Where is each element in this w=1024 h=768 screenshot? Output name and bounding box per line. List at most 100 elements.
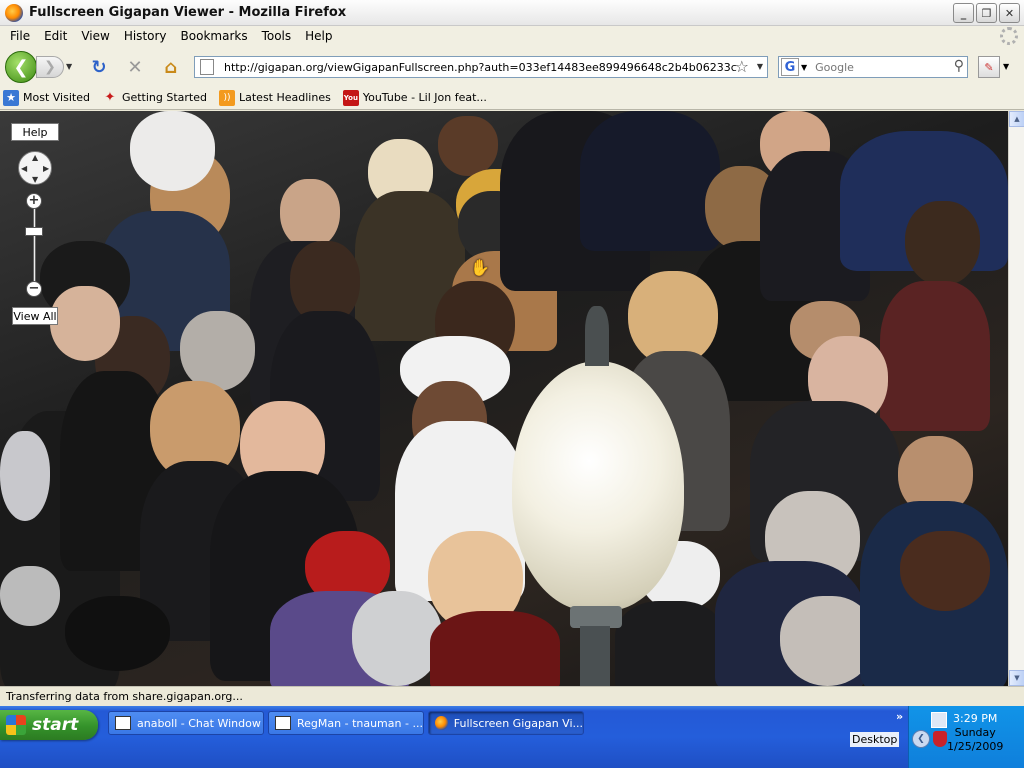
zoom-out-button[interactable]: − bbox=[26, 281, 42, 297]
history-dropdown-icon[interactable]: ▼ bbox=[66, 62, 72, 71]
crowd-figure bbox=[180, 311, 255, 391]
scroll-down-icon[interactable]: ▼ bbox=[1009, 670, 1024, 686]
url-text[interactable]: http://gigapan.org/viewGigapanFullscreen… bbox=[224, 61, 737, 74]
help-button[interactable]: Help bbox=[11, 123, 59, 141]
crowd-figure bbox=[65, 596, 170, 671]
gigapan-panorama[interactable]: ✋ Help ▲ ▼ ◀ ▶ + − View All bbox=[0, 111, 1008, 686]
task-label: RegMan - tnauman - ... bbox=[297, 716, 423, 730]
pan-control[interactable]: ▲ ▼ ◀ ▶ bbox=[18, 151, 52, 185]
crowd-figure bbox=[438, 116, 498, 176]
crowd-figure bbox=[130, 111, 215, 191]
search-engine-dropdown-icon[interactable]: ▼ bbox=[801, 63, 807, 72]
task-label: anaboll - Chat Window bbox=[137, 716, 261, 730]
pan-up-icon[interactable]: ▲ bbox=[32, 153, 38, 162]
stop-icon[interactable]: ✕ bbox=[124, 56, 146, 78]
menu-bookmarks[interactable]: Bookmarks bbox=[174, 29, 255, 43]
bookmark-youtube[interactable]: You YouTube - Lil Jon feat... bbox=[342, 89, 487, 106]
maximize-button[interactable]: ❐ bbox=[976, 3, 997, 23]
home-icon[interactable]: ⌂ bbox=[160, 56, 182, 78]
start-label: start bbox=[32, 715, 79, 735]
chat-window-icon bbox=[115, 716, 131, 730]
bookmark-label: Latest Headlines bbox=[239, 91, 331, 104]
bookmark-label: Getting Started bbox=[121, 91, 207, 104]
regman-icon bbox=[275, 716, 291, 730]
scroll-up-icon[interactable]: ▲ bbox=[1009, 111, 1024, 127]
vertical-scrollbar[interactable]: ▲ ▼ bbox=[1008, 111, 1024, 686]
view-all-button[interactable]: View All bbox=[12, 307, 58, 325]
close-button[interactable]: ✕ bbox=[999, 3, 1020, 23]
menu-help[interactable]: Help bbox=[298, 29, 339, 43]
window-controls: _ ❐ ✕ bbox=[953, 3, 1020, 23]
bookmark-latest-headlines[interactable]: )) Latest Headlines bbox=[219, 89, 331, 106]
zoom-in-button[interactable]: + bbox=[26, 193, 42, 209]
throbber-icon bbox=[1000, 27, 1018, 45]
crowd-figure bbox=[900, 531, 990, 611]
search-box[interactable]: G ▼ ⚲ bbox=[778, 56, 968, 78]
pan-down-icon[interactable]: ▼ bbox=[32, 175, 38, 184]
firefox-icon bbox=[435, 716, 448, 730]
start-button[interactable]: start bbox=[0, 710, 98, 740]
menu-history[interactable]: History bbox=[117, 29, 174, 43]
tray-expand-icon[interactable]: ❮ bbox=[912, 730, 930, 748]
clock[interactable]: 3:29 PM Sunday 1/25/2009 bbox=[947, 712, 1003, 754]
toolbar-chevron-icon[interactable]: » bbox=[896, 710, 903, 723]
crowd-figure bbox=[580, 111, 720, 251]
rss-icon: )) bbox=[219, 89, 235, 106]
bookmark-most-visited[interactable]: ★ Most Visited bbox=[3, 89, 90, 106]
desktop-toolbar-label[interactable]: Desktop bbox=[850, 732, 900, 747]
clock-time: 3:29 PM bbox=[953, 712, 998, 725]
zoom-slider[interactable] bbox=[33, 207, 36, 287]
menu-tools[interactable]: Tools bbox=[255, 29, 299, 43]
reload-icon[interactable]: ↻ bbox=[88, 56, 110, 78]
taskbar: start anaboll - Chat Window RegMan - tna… bbox=[0, 706, 1024, 768]
url-dropdown-icon[interactable]: ▼ bbox=[757, 62, 763, 71]
bookmarks-bar: ★ Most Visited ✦ Getting Started )) Late… bbox=[0, 86, 1024, 110]
crowd-figure bbox=[0, 566, 60, 626]
crowd-figure bbox=[905, 201, 980, 286]
taskbar-item-chat[interactable]: anaboll - Chat Window bbox=[108, 711, 264, 735]
lamp-post bbox=[580, 626, 610, 686]
search-engine-icon[interactable]: G bbox=[781, 58, 799, 76]
search-icon[interactable]: ⚲ bbox=[954, 58, 964, 74]
windows-logo-icon bbox=[6, 715, 26, 735]
bookmark-star-icon[interactable]: ☆ bbox=[735, 57, 749, 76]
crowd-figure bbox=[430, 611, 560, 686]
network-icon[interactable] bbox=[931, 712, 947, 728]
bookmark-label: YouTube - Lil Jon feat... bbox=[362, 91, 487, 104]
status-text: Transferring data from share.gigapan.org… bbox=[6, 690, 243, 703]
crowd-figure bbox=[50, 286, 120, 361]
forward-button[interactable]: ❯ bbox=[36, 56, 64, 78]
search-input[interactable] bbox=[815, 60, 946, 74]
minimize-button[interactable]: _ bbox=[953, 3, 974, 23]
most-visited-icon: ★ bbox=[3, 89, 19, 106]
window-title: Fullscreen Gigapan Viewer - Mozilla Fire… bbox=[29, 5, 347, 20]
back-button[interactable]: ❮ bbox=[5, 51, 37, 83]
menu-view[interactable]: View bbox=[74, 29, 116, 43]
taskbar-item-regman[interactable]: RegMan - tnauman - ... bbox=[268, 711, 424, 735]
task-label: Fullscreen Gigapan Vi... bbox=[453, 716, 583, 730]
zoom-slider-thumb[interactable] bbox=[25, 227, 43, 236]
menu-edit[interactable]: Edit bbox=[37, 29, 74, 43]
notes-dropdown-icon[interactable]: ▼ bbox=[1003, 62, 1009, 71]
address-bar[interactable]: http://gigapan.org/viewGigapanFullscreen… bbox=[194, 56, 768, 78]
crowd-figure bbox=[0, 431, 50, 521]
taskbar-item-firefox[interactable]: Fullscreen Gigapan Vi... bbox=[428, 711, 584, 735]
clock-date: 1/25/2009 bbox=[947, 740, 1004, 753]
pan-right-icon[interactable]: ▶ bbox=[43, 164, 49, 173]
pan-left-icon[interactable]: ◀ bbox=[21, 164, 27, 173]
lamp-finial bbox=[585, 306, 609, 366]
lamp-globe bbox=[512, 361, 684, 611]
bookmark-label: Most Visited bbox=[23, 91, 90, 104]
crowd-figure bbox=[615, 601, 725, 686]
firefox-icon bbox=[5, 3, 23, 22]
status-bar: Transferring data from share.gigapan.org… bbox=[0, 686, 1024, 706]
bookmark-getting-started[interactable]: ✦ Getting Started bbox=[102, 90, 208, 106]
lamp-base bbox=[570, 606, 622, 628]
menu-bar: File Edit View History Bookmarks Tools H… bbox=[0, 26, 1024, 46]
notes-icon[interactable]: ✎ bbox=[978, 56, 1000, 78]
security-shield-icon[interactable] bbox=[933, 731, 947, 747]
menu-file[interactable]: File bbox=[3, 29, 37, 43]
getting-started-icon: ✦ bbox=[104, 90, 116, 105]
title-bar: Fullscreen Gigapan Viewer - Mozilla Fire… bbox=[0, 0, 1024, 26]
system-tray: ❮ 3:29 PM Sunday 1/25/2009 bbox=[908, 706, 1024, 768]
